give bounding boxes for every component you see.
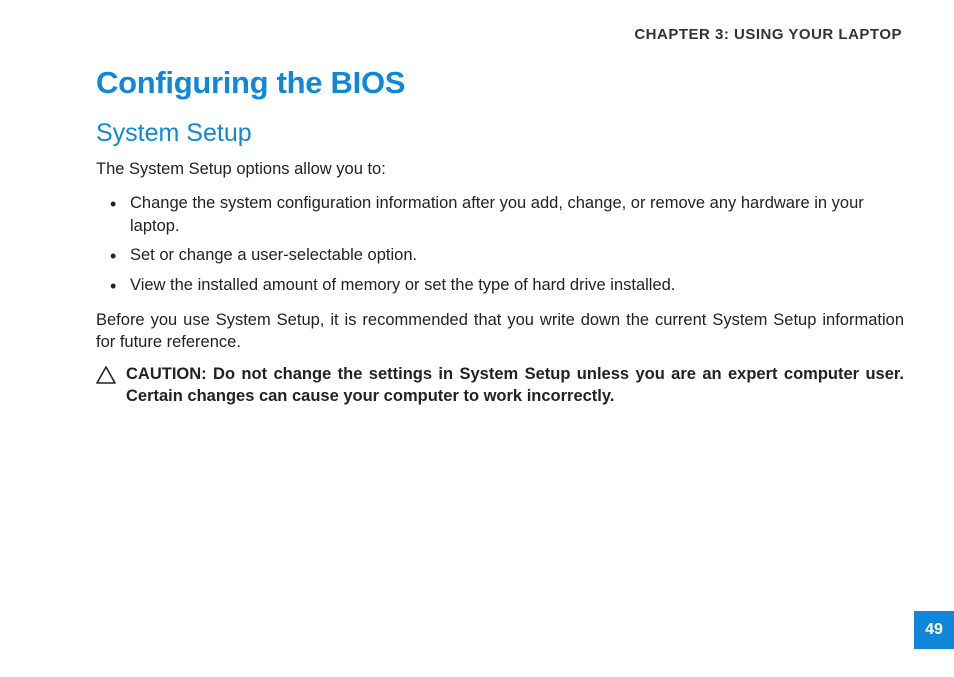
list-item: Change the system configuration informat… [110,192,904,238]
recommendation-text: Before you use System Setup, it is recom… [96,309,904,354]
list-item: Set or change a user-selectable option. [110,244,904,267]
intro-text: The System Setup options allow you to: [96,158,904,180]
page-number: 49 [925,621,943,639]
warning-triangle-icon [96,366,116,389]
document-page: CHAPTER 3: USING YOUR LAPTOP Configuring… [0,0,954,408]
page-number-tab: 49 [914,611,954,649]
caution-block: CAUTION: Do not change the settings in S… [96,363,904,408]
page-title: Configuring the BIOS [96,65,904,101]
list-item: View the installed amount of memory or s… [110,274,904,297]
bullet-list: Change the system configuration informat… [96,192,904,296]
section-subtitle: System Setup [96,119,904,148]
caution-text: CAUTION: Do not change the settings in S… [126,363,904,408]
chapter-header: CHAPTER 3: USING YOUR LAPTOP [96,26,904,43]
